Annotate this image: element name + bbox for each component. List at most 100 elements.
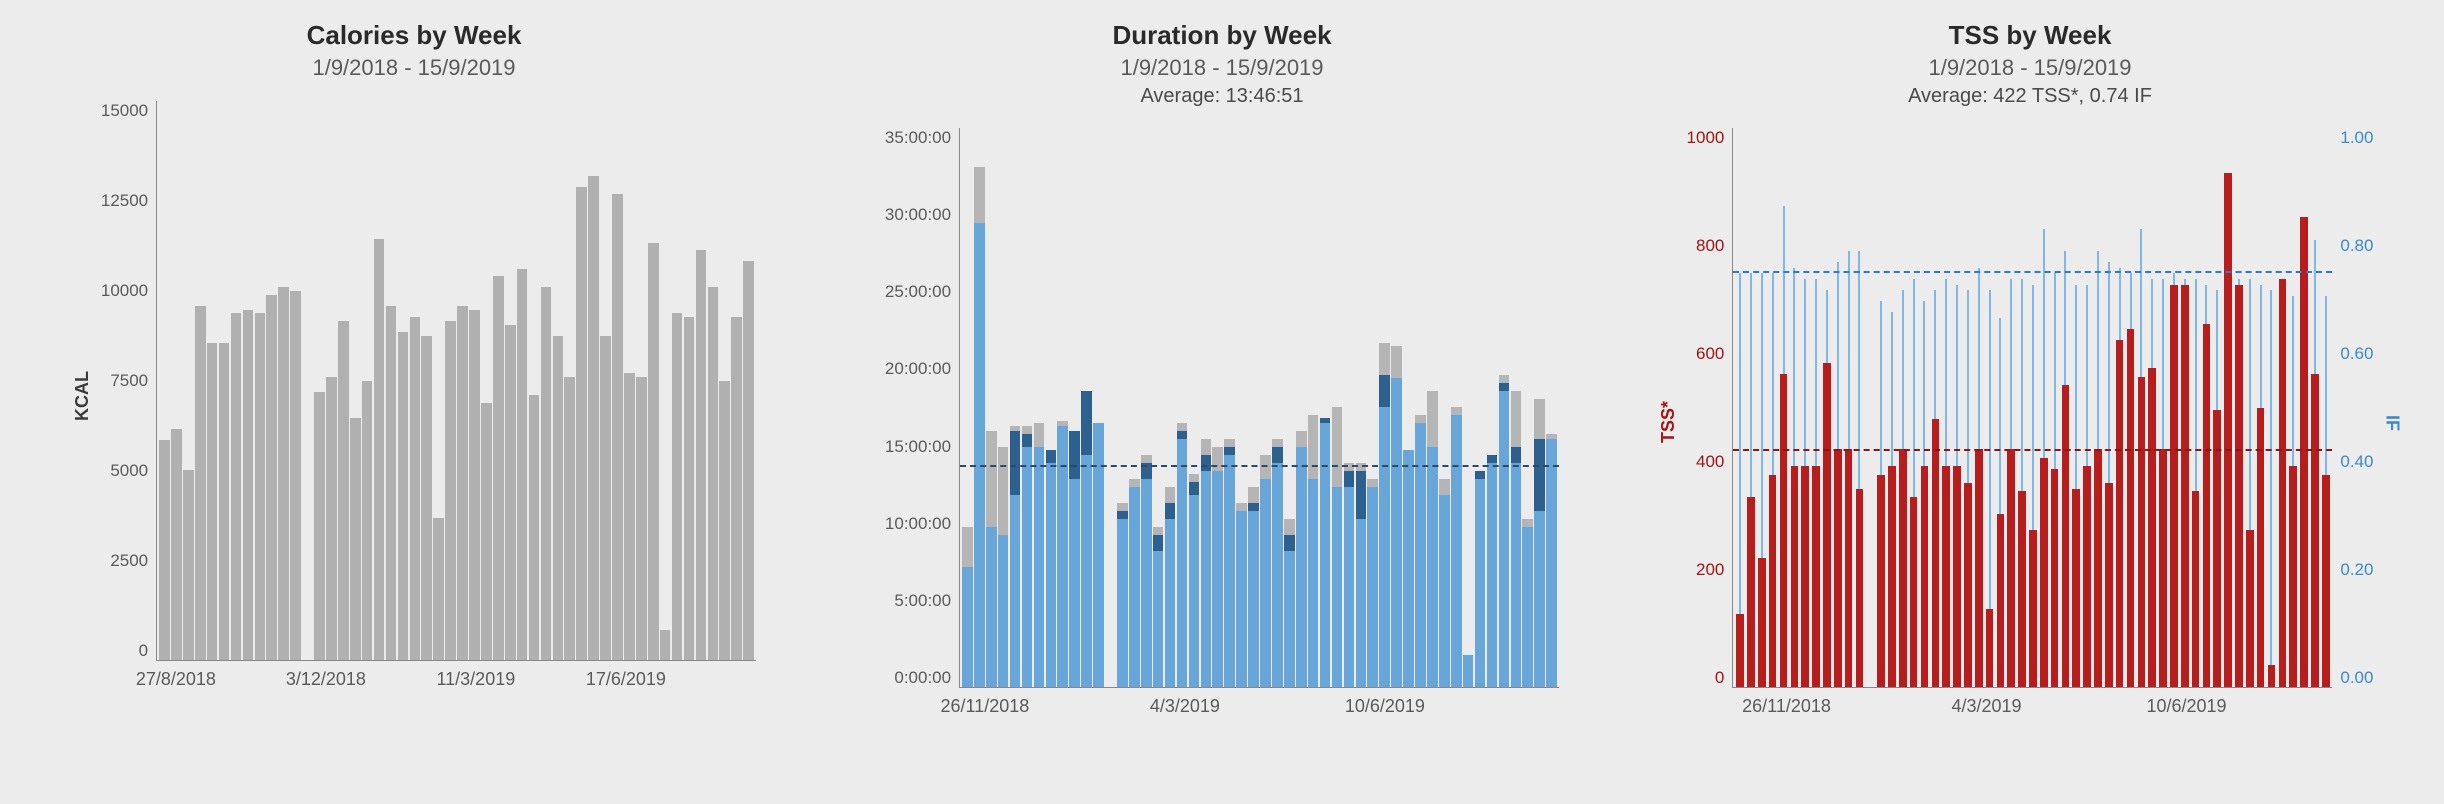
bar <box>278 101 289 660</box>
ytick: 20:00:00 <box>885 359 951 379</box>
bar <box>1212 128 1223 687</box>
ytick-left: 800 <box>1696 236 1724 256</box>
bar <box>998 128 1009 687</box>
chart-tss: TSS* 10008006004002000 1.000.800.600.400… <box>1658 128 2403 717</box>
ytick: 15:00:00 <box>885 437 951 457</box>
bar <box>564 101 575 660</box>
bar <box>1379 128 1390 687</box>
bar <box>2093 128 2103 687</box>
ytick: 2500 <box>110 551 148 571</box>
bar <box>338 101 349 660</box>
ytick-right: 1.00 <box>2340 128 2373 148</box>
bar <box>1177 128 1188 687</box>
bar <box>986 128 997 687</box>
avg-line-duration <box>960 465 1559 467</box>
ytick-left: 200 <box>1696 560 1724 580</box>
bar <box>1415 128 1426 687</box>
bar <box>2050 128 2060 687</box>
bar <box>1141 128 1152 687</box>
bar <box>1487 128 1498 687</box>
bar <box>1522 128 1533 687</box>
bar <box>2104 128 2114 687</box>
yaxis-duration: 35:00:0030:00:0025:00:0020:00:0015:00:00… <box>885 128 959 688</box>
xtick: 26/11/2018 <box>885 696 1085 717</box>
xtick: 10/6/2019 <box>2087 696 2287 717</box>
bar <box>529 101 540 660</box>
bar <box>255 101 266 660</box>
bar <box>1811 128 1821 687</box>
ytick-right: 0.20 <box>2340 560 2373 580</box>
bar <box>2158 128 2168 687</box>
xtick: 4/3/2019 <box>1887 696 2087 717</box>
xaxis-calories: 27/8/20183/12/201811/3/201917/6/2019 <box>101 669 701 690</box>
avg-line-tss <box>1733 449 2332 451</box>
bar <box>1129 128 1140 687</box>
bar <box>1746 128 1756 687</box>
bar <box>2223 128 2233 687</box>
bar <box>1974 128 1984 687</box>
bar <box>1768 128 1778 687</box>
bar <box>1800 128 1810 687</box>
bar <box>2245 128 2255 687</box>
chart-duration: 35:00:0030:00:0025:00:0020:00:0015:00:00… <box>885 128 1559 717</box>
bar <box>2202 128 2212 687</box>
bar <box>624 101 635 660</box>
bar <box>1236 128 1247 687</box>
bar <box>1201 128 1212 687</box>
panel-title: Duration by Week <box>1112 20 1331 51</box>
bar <box>1463 128 1474 687</box>
bar <box>469 101 480 660</box>
bar <box>314 101 325 660</box>
bar <box>1081 128 1092 687</box>
bar <box>648 101 659 660</box>
bar <box>350 101 361 660</box>
bar <box>1165 128 1176 687</box>
bar <box>2137 128 2147 687</box>
avg-line-if <box>1733 271 2332 273</box>
bar <box>588 101 599 660</box>
bar <box>553 101 564 660</box>
bar <box>541 101 552 660</box>
bar <box>1332 128 1343 687</box>
bar <box>1941 128 1951 687</box>
ytick-left: 0 <box>1715 668 1724 688</box>
bar <box>398 101 409 660</box>
ylabel-kcal: KCAL <box>72 371 93 421</box>
ytick: 12500 <box>101 191 148 211</box>
ytick: 10000 <box>101 281 148 301</box>
panel-avg: Average: 422 TSS*, 0.74 IF <box>1908 85 2152 108</box>
bar <box>1909 128 1919 687</box>
bar <box>1260 128 1271 687</box>
ytick: 25:00:00 <box>885 282 951 302</box>
bar <box>2321 128 2331 687</box>
bar <box>660 101 671 660</box>
ytick-left: 1000 <box>1687 128 1725 148</box>
bar <box>1844 128 1854 687</box>
bar <box>1790 128 1800 687</box>
panel-tss: TSS by Week 1/9/2018 - 15/9/2019 Average… <box>1630 20 2430 717</box>
bar <box>2288 128 2298 687</box>
bar <box>1272 128 1283 687</box>
bar <box>636 101 647 660</box>
bar <box>493 101 504 660</box>
xtick: 27/8/2018 <box>101 669 251 690</box>
bar <box>1117 128 1128 687</box>
bar <box>672 101 683 660</box>
bar <box>1367 128 1378 687</box>
ytick-right: 0.40 <box>2340 452 2373 472</box>
bar <box>1898 128 1908 687</box>
bar <box>1284 128 1295 687</box>
xaxis-duration: 26/11/20184/3/201910/6/2019 <box>885 696 1485 717</box>
xtick: 4/3/2019 <box>1085 696 1285 717</box>
panel-title: Calories by Week <box>307 20 522 51</box>
ytick-right: 0.00 <box>2340 668 2373 688</box>
chart-calories: KCAL 1500012500100007500500025000 27/8/2… <box>72 101 756 690</box>
bar <box>2180 128 2190 687</box>
bar <box>2234 128 2244 687</box>
bar <box>1952 128 1962 687</box>
bar <box>2082 128 2092 687</box>
bar <box>290 101 301 660</box>
panel-subtitle: 1/9/2018 - 15/9/2019 <box>1120 55 1323 81</box>
bar <box>2310 128 2320 687</box>
bar <box>2191 128 2201 687</box>
